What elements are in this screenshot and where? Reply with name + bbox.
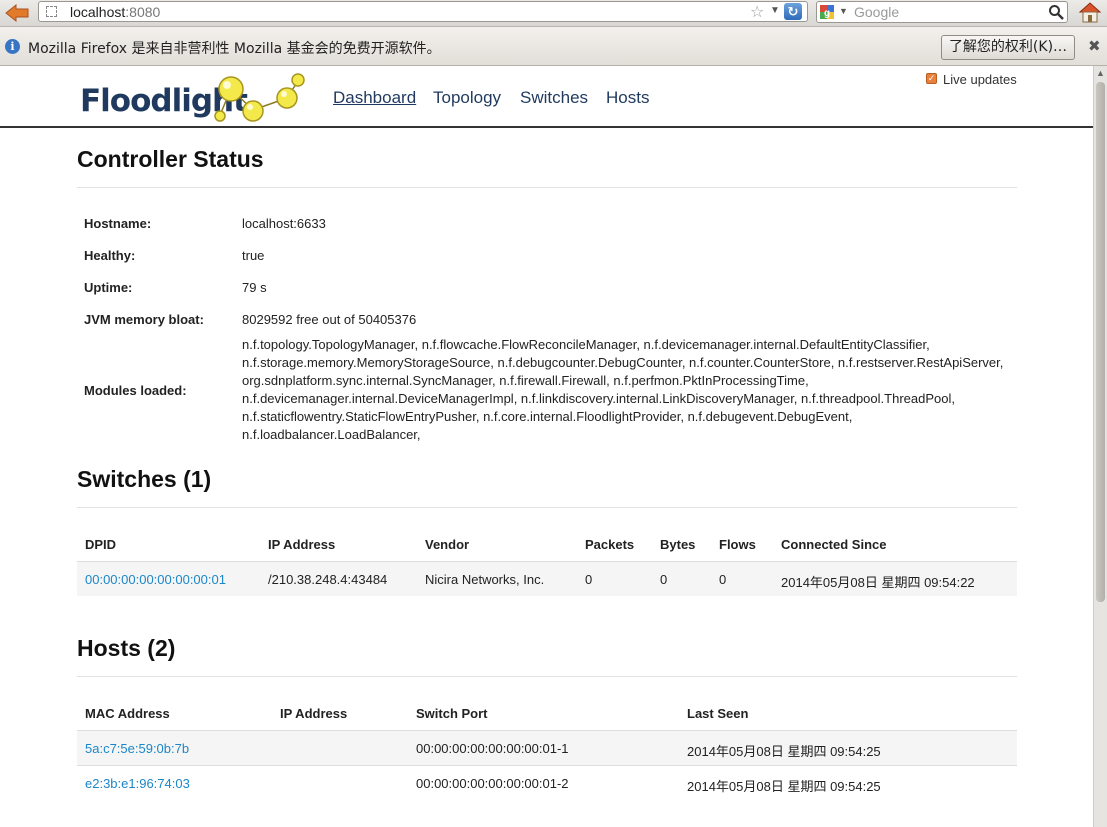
reload-icon[interactable]: ↻ bbox=[784, 3, 802, 20]
column-header: Packets bbox=[585, 537, 635, 552]
column-header: Last Seen bbox=[687, 706, 749, 721]
nav-switches[interactable]: Switches bbox=[520, 88, 588, 108]
uptime-value: 79 s bbox=[242, 280, 267, 295]
host-mac-link[interactable]: e2:3b:e1:96:74:03 bbox=[85, 776, 190, 791]
svg-text:g: g bbox=[824, 8, 830, 19]
table-cell: 00:00:00:00:00:00:00:01-1 bbox=[416, 741, 569, 756]
module-line: n.f.loadbalancer.LoadBalancer, bbox=[242, 427, 421, 442]
module-line: n.f.topology.TopologyManager, n.f.flowca… bbox=[242, 337, 930, 352]
table-cell: /210.38.248.4:43484 bbox=[268, 572, 388, 587]
nav-dashboard[interactable]: Dashboard bbox=[333, 88, 416, 108]
column-header: DPID bbox=[85, 537, 117, 552]
table-cell: 00:00:00:00:00:00:00:01-2 bbox=[416, 776, 569, 791]
navbar: Floodlight Dashboard Topology Switches H… bbox=[0, 66, 1093, 128]
home-icon[interactable] bbox=[1078, 1, 1102, 23]
uptime-label: Uptime: bbox=[84, 280, 133, 295]
table-cell: 2014年05月08日 星期四 09:54:25 bbox=[687, 744, 881, 759]
chevron-down-icon[interactable]: ▼ bbox=[770, 5, 780, 16]
url-text: localhost:8080 bbox=[70, 4, 161, 20]
module-line: org.sdnplatform.sync.internal.SyncManage… bbox=[242, 373, 809, 388]
close-icon[interactable]: ✖ bbox=[1088, 37, 1101, 55]
hosts-title: Hosts (2) bbox=[77, 635, 176, 661]
bookmark-star-icon[interactable]: ☆ bbox=[750, 2, 764, 22]
divider bbox=[77, 676, 1017, 677]
column-header: IP Address bbox=[268, 537, 336, 552]
nav-topology[interactable]: Topology bbox=[433, 88, 501, 108]
module-line: n.f.staticflowentry.StaticFlowEntryPushe… bbox=[242, 409, 853, 424]
table-cell: 0 bbox=[585, 572, 593, 587]
search-engine-chevron-icon[interactable]: ▼ bbox=[839, 6, 848, 16]
hostname-label: Hostname: bbox=[84, 216, 152, 231]
column-header: Switch Port bbox=[416, 706, 488, 721]
table-cell: Nicira Networks, Inc. bbox=[425, 572, 545, 587]
controller-status-title: Controller Status bbox=[77, 146, 264, 172]
module-line: n.f.devicemanager.internal.DeviceManager… bbox=[242, 391, 955, 406]
column-header: Connected Since bbox=[781, 537, 887, 552]
browser-toolbar: localhost:8080 ☆ ▼ ↻ g ▼ Google bbox=[0, 0, 1107, 27]
table-cell: 2014年05月08日 星期四 09:54:25 bbox=[687, 779, 881, 794]
notification-text: Mozilla Firefox 是来自非营利性 Mozilla 基金会的免费开源… bbox=[28, 41, 441, 57]
divider bbox=[77, 187, 1017, 188]
column-header: Flows bbox=[719, 537, 756, 552]
notification-bar: i Mozilla Firefox 是来自非营利性 Mozilla 基金会的免费… bbox=[0, 27, 1107, 66]
modules-loaded-label: Modules loaded: bbox=[84, 383, 187, 398]
column-header: Vendor bbox=[425, 537, 470, 552]
vertical-scrollbar[interactable]: ▲ bbox=[1093, 66, 1107, 827]
column-header: IP Address bbox=[280, 706, 348, 721]
divider bbox=[77, 507, 1017, 508]
url-bar[interactable]: localhost:8080 ☆ ▼ ↻ bbox=[38, 1, 808, 22]
healthy-label: Healthy: bbox=[84, 248, 136, 263]
table-cell: 0 bbox=[660, 572, 668, 587]
know-your-rights-button[interactable]: 了解您的权利(K)… bbox=[941, 35, 1075, 60]
module-line: n.f.storage.memory.MemoryStorageSource, … bbox=[242, 355, 1004, 370]
hostname-value: localhost:6633 bbox=[242, 216, 326, 231]
host-mac-link[interactable]: 5a:c7:5e:59:0b:7b bbox=[85, 741, 189, 756]
jvm-memory-label: JVM memory bloat: bbox=[84, 312, 204, 327]
column-header: Bytes bbox=[660, 537, 696, 552]
column-header: MAC Address bbox=[85, 706, 170, 721]
jvm-memory-value: 8029592 free out of 50405376 bbox=[242, 312, 417, 327]
info-icon: i bbox=[5, 39, 20, 54]
page-favicon-icon bbox=[46, 6, 57, 17]
live-updates-checkbox[interactable]: ✓ bbox=[926, 73, 937, 84]
search-input[interactable]: Google bbox=[854, 4, 899, 20]
switch-dpid-link[interactable]: 00:00:00:00:00:00:00:01 bbox=[85, 572, 226, 587]
search-bar[interactable]: g ▼ Google bbox=[816, 1, 1068, 23]
row-divider bbox=[77, 765, 1017, 766]
switches-title: Switches (1) bbox=[77, 466, 212, 492]
table-cell: 0 bbox=[719, 572, 727, 587]
scrollbar-thumb[interactable] bbox=[1096, 82, 1105, 602]
table-cell: 2014年05月08日 星期四 09:54:22 bbox=[781, 575, 975, 590]
google-icon[interactable]: g bbox=[820, 5, 834, 19]
live-updates-label: Live updates bbox=[943, 72, 1017, 87]
scroll-up-arrow-icon[interactable]: ▲ bbox=[1096, 68, 1105, 78]
healthy-value: true bbox=[242, 248, 265, 263]
search-icon[interactable] bbox=[1048, 4, 1064, 20]
page-content: Floodlight Dashboard Topology Switches H… bbox=[0, 66, 1093, 827]
nav-hosts[interactable]: Hosts bbox=[606, 88, 649, 108]
back-arrow-icon[interactable] bbox=[4, 2, 30, 24]
modules-loaded-value: n.f.topology.TopologyManager, n.f.flowca… bbox=[242, 336, 1003, 444]
logo-bubbles-icon bbox=[214, 73, 305, 122]
